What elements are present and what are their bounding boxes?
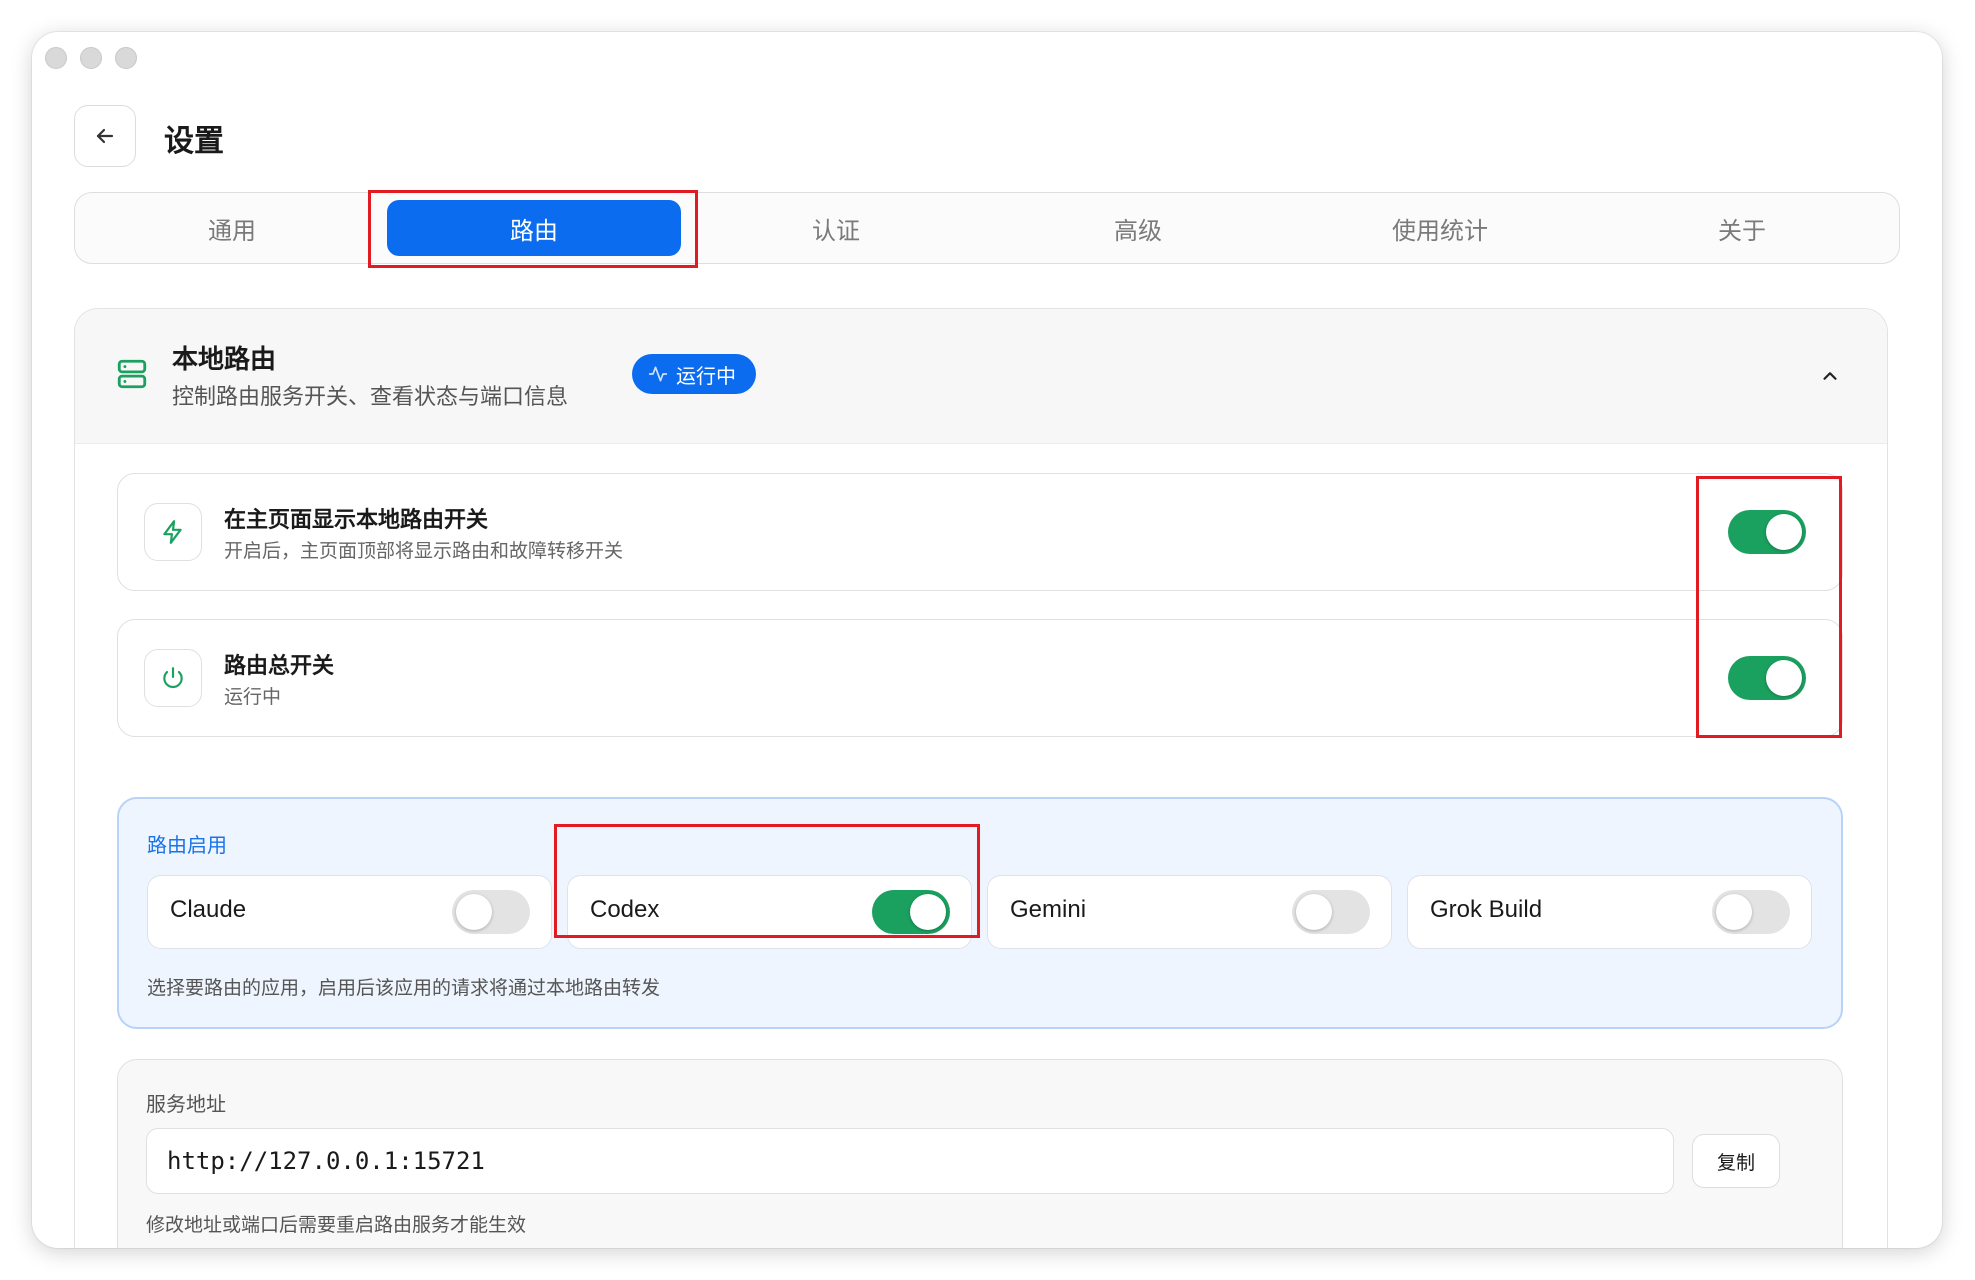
- setting-row-show-toggle: 在主页面显示本地路由开关 开启后，主页面顶部将显示路由和故障转移开关: [117, 473, 1843, 591]
- app-name: Codex: [590, 896, 660, 923]
- address-hint: 修改地址或端口后需要重启路由服务才能生效: [146, 1214, 527, 1236]
- master-routing-toggle[interactable]: [1728, 656, 1806, 700]
- minimize-window-button[interactable]: [80, 47, 102, 69]
- tab-routing[interactable]: 路由: [387, 200, 681, 256]
- power-icon: [144, 649, 202, 707]
- app-window: 设置 通用 路由 认证 高级 使用统计 关于 本地路由 控制路由服务开关、查看状…: [32, 32, 1942, 1248]
- service-address-section: 服务地址 http://127.0.0.1:15721 复制 修改地址或端口后需…: [117, 1059, 1843, 1248]
- status-badge-label: 运行中: [676, 363, 736, 388]
- bolt-icon: [144, 503, 202, 561]
- app-name: Grok Build: [1430, 896, 1543, 923]
- routing-apps-section: 路由启用 Claude Codex Gemini Grok Build 选择要路…: [117, 797, 1843, 1029]
- grok-build-toggle[interactable]: [1712, 890, 1790, 934]
- chevron-up-icon[interactable]: [1819, 365, 1841, 391]
- app-name: Gemini: [1010, 896, 1087, 923]
- window-controls: [45, 47, 137, 69]
- back-button[interactable]: [74, 105, 136, 167]
- status-badge: 运行中: [632, 354, 756, 394]
- local-routing-panel: 本地路由 控制路由服务开关、查看状态与端口信息 运行中 在主页面显示本地路由开关…: [74, 308, 1888, 1248]
- page-title: 设置: [164, 124, 224, 159]
- setting-title: 在主页面显示本地路由开关: [224, 508, 489, 533]
- apps-section-label: 路由启用: [147, 833, 227, 857]
- tab-about[interactable]: 关于: [1595, 200, 1889, 256]
- tab-auth[interactable]: 认证: [689, 200, 983, 256]
- close-window-button[interactable]: [45, 47, 67, 69]
- server-icon: [115, 357, 149, 395]
- panel-subtitle: 控制路由服务开关、查看状态与端口信息: [172, 385, 569, 410]
- gemini-toggle[interactable]: [1292, 890, 1370, 934]
- app-card-grok-build[interactable]: Grok Build: [1407, 875, 1812, 949]
- tab-usage-stats[interactable]: 使用统计: [1293, 200, 1587, 256]
- panel-title: 本地路由: [172, 345, 277, 375]
- address-label: 服务地址: [146, 1092, 226, 1116]
- setting-subtitle: 运行中: [224, 686, 282, 708]
- app-card-codex[interactable]: Codex: [567, 875, 972, 949]
- activity-icon: [648, 366, 668, 382]
- arrow-left-icon: [96, 128, 114, 144]
- tab-advanced[interactable]: 高级: [991, 200, 1285, 256]
- claude-toggle[interactable]: [452, 890, 530, 934]
- apps-hint: 选择要路由的应用，启用后该应用的请求将通过本地路由转发: [147, 977, 661, 999]
- tab-general[interactable]: 通用: [85, 200, 379, 256]
- copy-button[interactable]: 复制: [1692, 1134, 1780, 1188]
- tab-bar: 通用 路由 认证 高级 使用统计 关于: [74, 192, 1900, 264]
- setting-subtitle: 开启后，主页面顶部将显示路由和故障转移开关: [224, 540, 624, 562]
- app-card-gemini[interactable]: Gemini: [987, 875, 1392, 949]
- app-card-claude[interactable]: Claude: [147, 875, 552, 949]
- service-address-input[interactable]: http://127.0.0.1:15721: [146, 1128, 1674, 1194]
- show-routing-toggle[interactable]: [1728, 510, 1806, 554]
- setting-title: 路由总开关: [224, 654, 335, 679]
- setting-row-master-switch: 路由总开关 运行中: [117, 619, 1843, 737]
- panel-header[interactable]: 本地路由 控制路由服务开关、查看状态与端口信息 运行中: [75, 309, 1887, 444]
- app-name: Claude: [170, 896, 247, 923]
- zoom-window-button[interactable]: [115, 47, 137, 69]
- codex-toggle[interactable]: [872, 890, 950, 934]
